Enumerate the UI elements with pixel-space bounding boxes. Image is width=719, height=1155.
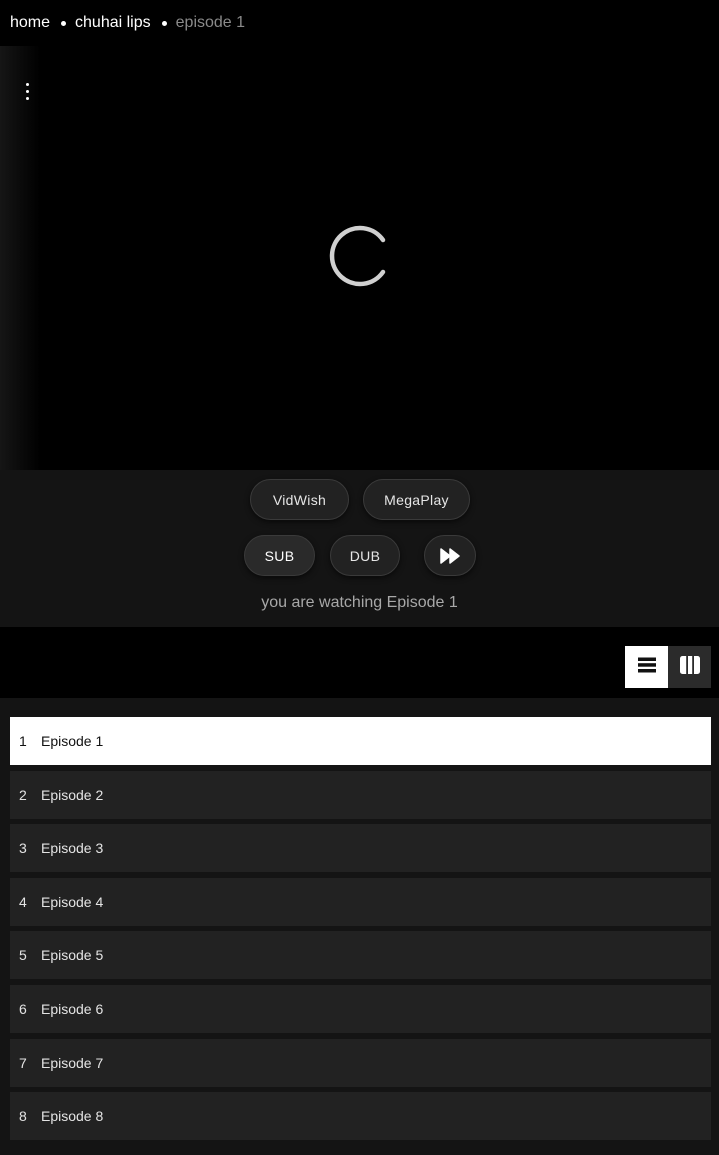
- episode-number: 4: [19, 893, 27, 910]
- breadcrumb-separator: [61, 20, 67, 26]
- episode-item[interactable]: 3 Episode 3: [10, 824, 711, 873]
- sub-button[interactable]: SUB: [244, 535, 315, 576]
- episode-title: Episode 4: [41, 893, 104, 910]
- episode-title: Episode 8: [41, 1108, 104, 1125]
- player-controls: VidWish MegaPlay SUB DUB you are watchin…: [0, 470, 719, 627]
- watching-status: you are watching Episode 1: [261, 594, 458, 611]
- breadcrumb-home-link[interactable]: home: [10, 14, 50, 32]
- episode-number: 7: [19, 1054, 27, 1071]
- dub-button[interactable]: DUB: [330, 535, 400, 576]
- episode-number: 8: [19, 1108, 27, 1125]
- episode-item[interactable]: 4 Episode 4: [10, 877, 711, 926]
- episode-number: 3: [19, 840, 27, 857]
- server-button-vidwish[interactable]: VidWish: [250, 479, 349, 520]
- grid-view-icon: [679, 655, 701, 680]
- episode-item[interactable]: 5 Episode 5: [10, 931, 711, 980]
- episode-number: 2: [19, 786, 27, 803]
- breadcrumb-current: episode 1: [175, 14, 246, 31]
- breadcrumb: home chuhai lips episode 1: [10, 12, 245, 34]
- episode-panel: 1 Episode 1 2 Episode 2 3 Episode 3 4 Episode 4…: [0, 698, 719, 1155]
- kebab-menu-icon[interactable]: [17, 78, 37, 104]
- server-button-megaplay[interactable]: MegaPlay: [363, 479, 470, 520]
- episode-list: 1 Episode 1 2 Episode 2 3 Episode 3 4 Episode 4…: [10, 717, 711, 1146]
- episode-item[interactable]: 7 Episode 7: [10, 1038, 711, 1087]
- episode-title: Episode 6: [41, 1000, 104, 1017]
- list-view-button[interactable]: [625, 646, 668, 688]
- episode-title: Episode 1: [41, 733, 104, 749]
- episode-title: Episode 5: [41, 947, 104, 964]
- list-view-icon: [637, 656, 657, 679]
- breadcrumb-series-link[interactable]: chuhai lips: [75, 14, 151, 32]
- player-left-shade: [0, 46, 40, 470]
- skip-button[interactable]: [424, 535, 476, 576]
- episode-item[interactable]: 8 Episode 8: [10, 1092, 711, 1141]
- fast-forward-icon: [440, 547, 460, 564]
- episode-title: Episode 7: [41, 1054, 104, 1071]
- loading-spinner-icon: [326, 224, 390, 288]
- episode-number: 6: [19, 1000, 27, 1017]
- episode-item[interactable]: 2 Episode 2: [10, 770, 711, 819]
- episode-title: Episode 2: [41, 786, 104, 803]
- episode-list-header: [0, 627, 719, 698]
- episode-title: Episode 3: [41, 840, 104, 857]
- episode-item[interactable]: 1 Episode 1: [10, 717, 711, 765]
- breadcrumb-separator: [161, 20, 167, 26]
- episode-number: 1: [19, 733, 27, 749]
- episode-item[interactable]: 6 Episode 6: [10, 984, 711, 1033]
- grid-view-button[interactable]: [668, 646, 711, 688]
- episode-number: 5: [19, 947, 27, 964]
